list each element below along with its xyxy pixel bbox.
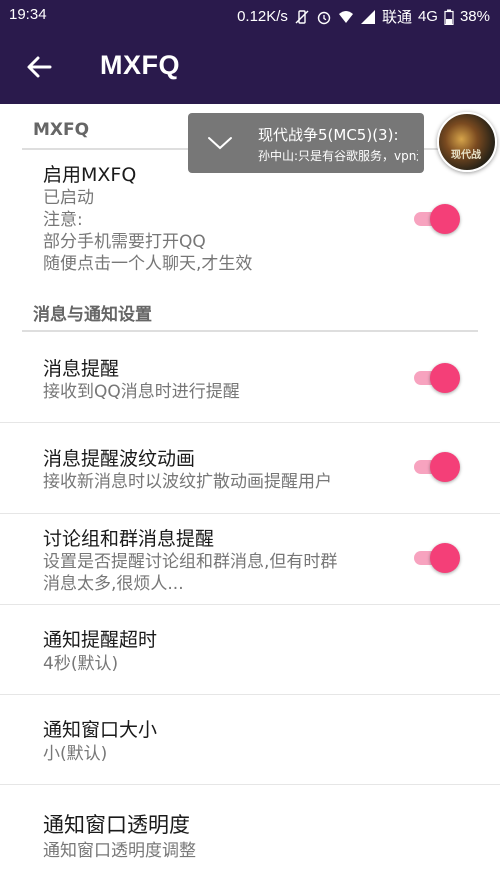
group-alert-toggle[interactable] [414,542,460,574]
app-toolbar: MXFQ [0,30,500,104]
section-header-notifications: 消息与通知设置 [33,305,152,325]
wifi-icon [338,10,353,23]
setting-subtitle: 接收到QQ消息时进行提醒 [43,382,240,402]
chevron-down-icon[interactable] [205,133,235,153]
setting-ripple-animation[interactable]: 消息提醒波纹动画 接收新消息时以波纹扩散动画提醒用户 [0,423,500,513]
toggle-thumb [430,363,460,393]
setting-subtitle: 设置是否提醒讨论组和群消息,但有时群 消息太多,很烦人... [43,552,338,594]
notification-avatar[interactable]: 现代战 [437,112,497,172]
setting-group-alert[interactable]: 讨论组和群消息提醒 设置是否提醒讨论组和群消息,但有时群 消息太多,很烦人... [0,514,500,604]
status-time: 19:34 [9,6,47,23]
page-title: MXFQ [100,50,180,80]
setting-title: 消息提醒 [43,358,120,380]
setting-message-alert[interactable]: 消息提醒 接收到QQ消息时进行提醒 [0,332,500,422]
carrier-label: 联通 [381,9,412,26]
battery-level: 38% [459,8,490,25]
setting-subtitle: 通知窗口透明度调整 [43,841,196,861]
notification-title: 现代战争5(MC5)(3): [258,126,399,144]
status-bar: 19:34 0.12K/s 联通 4G 38% [0,0,500,30]
setting-subtitle: 小(默认) [43,744,108,764]
setting-title: 通知窗口透明度 [43,813,190,837]
message-alert-toggle[interactable] [414,362,460,394]
back-arrow-icon[interactable] [24,52,54,82]
setting-window-size[interactable]: 通知窗口大小 小(默认) [0,695,500,784]
setting-title: 消息提醒波纹动画 [43,448,196,470]
notification-message: 孙中山:只是有谷歌服务，vpn还... [258,149,418,163]
toggle-thumb [430,204,460,234]
setting-title: 通知窗口大小 [43,719,158,741]
toggle-thumb [430,452,460,482]
setting-title: 通知提醒超时 [43,629,158,651]
avatar-logo-text: 现代战 [451,150,481,161]
setting-window-transparency[interactable]: 通知窗口透明度 通知窗口透明度调整 [0,785,500,889]
floating-notification[interactable]: 现代战争5(MC5)(3): 孙中山:只是有谷歌服务，vpn还... [188,113,424,173]
toggle-thumb [430,543,460,573]
section-header-mxfq: MXFQ [33,120,90,140]
setting-title: 讨论组和群消息提醒 [43,528,215,550]
setting-notification-timeout[interactable]: 通知提醒超时 4秒(默认) [0,605,500,694]
status-icons: 0.12K/s 联通 4G 38% [237,6,490,27]
signal-icon [360,9,375,24]
enable-mxfq-toggle[interactable] [414,203,460,235]
setting-subtitle: 4秒(默认) [43,654,119,674]
battery-icon [444,9,454,25]
settings-list: MXFQ 启用MXFQ 已启动 注意: 部分手机需要打开QQ 随便点击一个人聊天… [0,104,500,889]
alarm-icon [317,11,331,24]
ripple-animation-toggle[interactable] [414,451,460,483]
setting-title: 启用MXFQ [43,164,137,186]
vibrate-icon [295,9,309,24]
setting-subtitle: 已启动 注意: 部分手机需要打开QQ 随便点击一个人聊天,才生效 [43,188,253,274]
network-type: 4G [417,8,438,25]
setting-subtitle: 接收新消息时以波纹扩散动画提醒用户 [43,472,332,492]
network-speed: 0.12K/s [237,8,288,25]
